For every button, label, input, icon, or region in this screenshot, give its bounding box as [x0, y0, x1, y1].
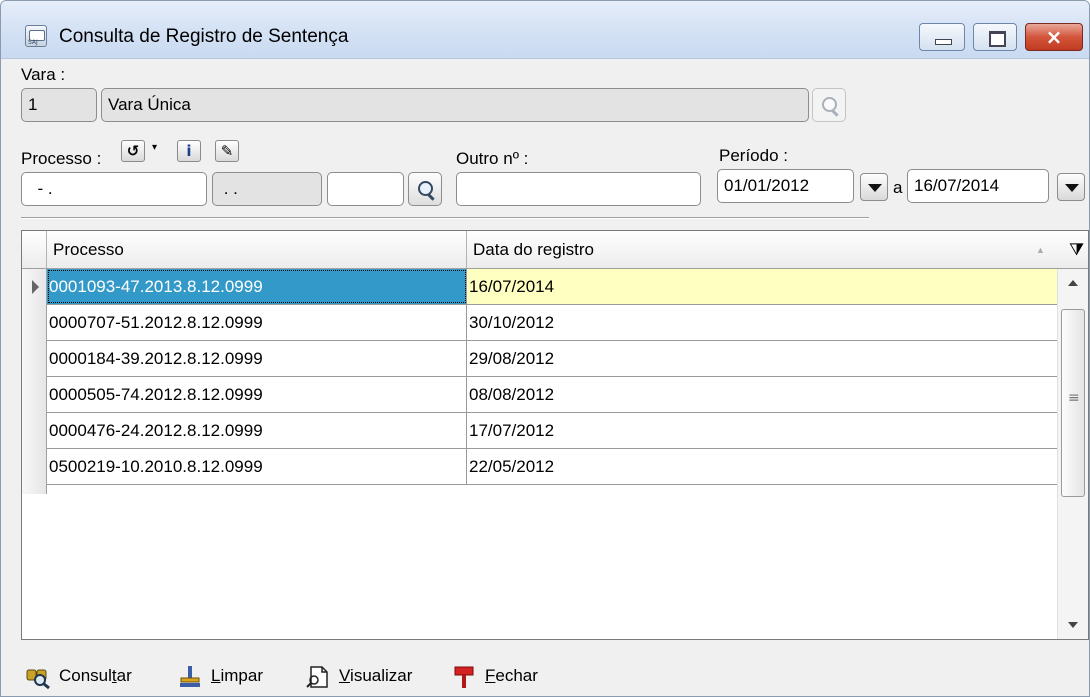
consulta-window: Consulta de Registro de Sentença × Vara …	[0, 0, 1090, 697]
vertical-scrollbar[interactable]	[1057, 269, 1088, 639]
periodo-separator: a	[893, 178, 903, 197]
cell-data[interactable]: 08/08/2012	[467, 377, 1057, 412]
processo-search-button[interactable]	[408, 172, 442, 206]
sort-icon: ▲	[1036, 245, 1045, 255]
cell-processo[interactable]: 0000184-39.2012.8.12.0999	[47, 341, 467, 376]
cell-processo[interactable]: 0500219-10.2010.8.12.0999	[47, 449, 467, 484]
cell-data[interactable]: 30/10/2012	[467, 305, 1057, 340]
table-row[interactable]: 0000707-51.2012.8.12.0999 30/10/2012	[47, 305, 1057, 341]
visualizar-label-b: isualizar	[350, 666, 413, 685]
undo-icon[interactable]: ↺	[121, 140, 145, 162]
binoculars-search-icon	[25, 665, 51, 689]
fechar-label: Fechar	[485, 666, 538, 685]
periodo-end-dropdown[interactable]	[1057, 173, 1085, 201]
limpar-label-b: impar	[220, 666, 263, 685]
tag-icon[interactable]: ✎	[215, 140, 239, 162]
cell-data[interactable]: 16/07/2014	[467, 269, 1057, 304]
cell-data[interactable]: 29/08/2012	[467, 341, 1057, 376]
cell-data[interactable]: 17/07/2012	[467, 413, 1057, 448]
grid-header: Processo Data do registro ▲ ⧩	[22, 231, 1088, 269]
consultar-label-a: Consul	[59, 666, 112, 685]
table-row[interactable]: 0000505-74.2012.8.12.0999 08/08/2012	[47, 377, 1057, 413]
visualizar-label-mnemonic: V	[339, 666, 351, 685]
cell-processo[interactable]: 0001093-47.2013.8.12.0999	[47, 269, 467, 304]
document-preview-icon	[305, 665, 331, 689]
minimize-button[interactable]	[919, 23, 965, 51]
scroll-thumb[interactable]	[1061, 309, 1085, 497]
vara-code-field[interactable]: 1	[21, 88, 97, 122]
cell-processo[interactable]: 0000707-51.2012.8.12.0999	[47, 305, 467, 340]
window-title: Consulta de Registro de Sentença	[59, 26, 349, 47]
outro-field[interactable]	[456, 172, 701, 206]
periodo-end-field[interactable]: 16/07/2014	[907, 169, 1049, 203]
vara-search-button[interactable]	[812, 88, 846, 122]
scroll-up-icon[interactable]	[1058, 271, 1089, 295]
vara-label: Vara :	[21, 65, 66, 84]
fechar-label-mnemonic: F	[485, 666, 496, 685]
results-grid[interactable]: Processo Data do registro ▲ ⧩ 0001093-47…	[21, 230, 1089, 640]
fechar-button[interactable]: Fechar	[451, 661, 538, 691]
close-icon: ×	[1045, 25, 1063, 49]
maximize-button[interactable]	[973, 23, 1017, 51]
table-row[interactable]: 0000184-39.2012.8.12.0999 29/08/2012	[47, 341, 1057, 377]
header-processo[interactable]: Processo	[47, 231, 467, 268]
cell-processo[interactable]: 0000505-74.2012.8.12.0999	[47, 377, 467, 412]
visualizar-button[interactable]: Visualizar	[305, 661, 412, 691]
consultar-label-b: ar	[116, 666, 132, 685]
title-bar[interactable]: Consulta de Registro de Sentença ×	[1, 1, 1089, 59]
cell-data[interactable]: 22/05/2012	[467, 449, 1057, 484]
current-row-icon	[22, 269, 47, 305]
broom-icon	[177, 665, 203, 689]
processo-origin-field[interactable]	[327, 172, 404, 206]
exit-sign-icon	[451, 665, 477, 689]
footer-toolbar: Consultar Limpar Visualizar Fechar	[1, 651, 1089, 696]
processo-year-field[interactable]: . .	[212, 172, 322, 206]
fechar-label-b: echar	[495, 666, 538, 685]
separator	[21, 217, 869, 219]
close-button[interactable]: ×	[1025, 23, 1083, 51]
consultar-button[interactable]: Consultar	[25, 661, 132, 691]
outro-label: Outro nº :	[456, 149, 529, 168]
periodo-label: Período :	[719, 146, 788, 165]
undo-dropdown-icon[interactable]: ▾	[152, 143, 157, 153]
limpar-button[interactable]: Limpar	[177, 661, 263, 691]
table-row[interactable]: 0000476-24.2012.8.12.0999 17/07/2012	[47, 413, 1057, 449]
visualizar-label: Visualizar	[339, 666, 412, 685]
scroll-down-icon[interactable]	[1058, 613, 1089, 637]
table-row[interactable]: 0001093-47.2013.8.12.0999 16/07/2014	[47, 269, 1057, 305]
table-row[interactable]: 0500219-10.2010.8.12.0999 22/05/2012	[47, 449, 1057, 485]
limpar-label: Limpar	[211, 666, 263, 685]
periodo-start-dropdown[interactable]	[860, 173, 888, 201]
filter-icon[interactable]: ⧩	[1069, 240, 1084, 260]
header-data-registro[interactable]: Data do registro	[467, 231, 1057, 268]
app-icon	[25, 25, 47, 47]
vara-name-field[interactable]: Vara Única	[101, 88, 809, 122]
processo-label: Processo :	[21, 149, 102, 168]
header-indicator	[22, 231, 47, 268]
processo-number-field[interactable]: - .	[21, 172, 207, 206]
cell-processo[interactable]: 0000476-24.2012.8.12.0999	[47, 413, 467, 448]
consultar-label: Consultar	[59, 666, 132, 685]
info-icon[interactable]: i	[177, 140, 201, 162]
periodo-start-field[interactable]: 01/01/2012	[717, 169, 854, 203]
